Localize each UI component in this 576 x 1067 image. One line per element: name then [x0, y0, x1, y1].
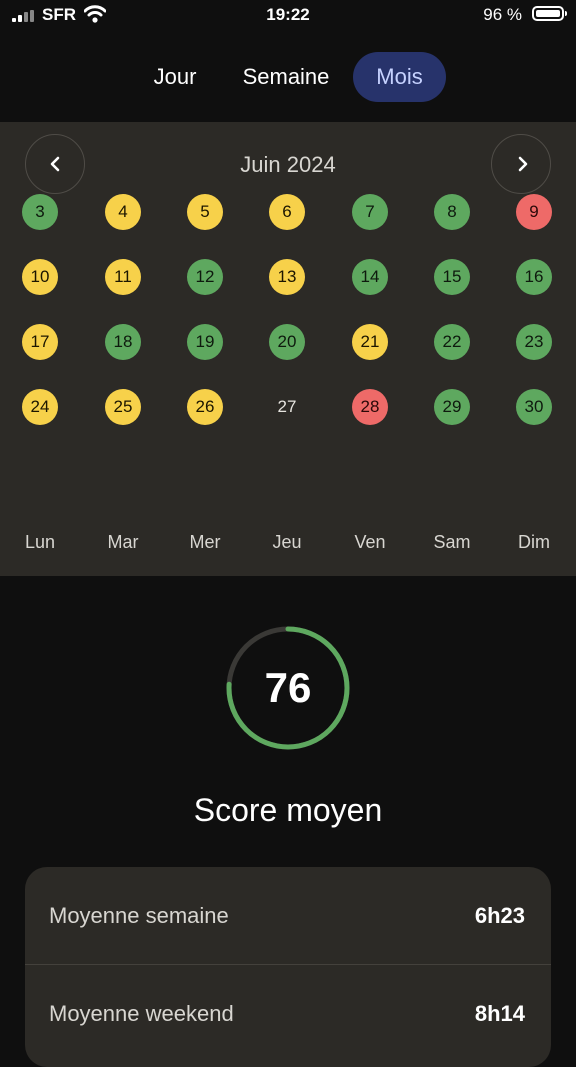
- tab-jour[interactable]: Jour: [138, 52, 212, 102]
- stat-value: 6h23: [474, 903, 525, 928]
- calendar-day[interactable]: 19: [187, 324, 223, 360]
- weekday-label: Mer: [189, 532, 221, 552]
- calendar-day[interactable]: 11: [105, 259, 141, 295]
- calendar-day[interactable]: 7: [352, 194, 388, 230]
- stat-label: Moyenne weekend: [49, 1001, 234, 1026]
- month-calendar: Juin 2024 3 4 5 6 7 8 9 10 11 12 13 14 15 16 17 18 19 20 2…: [0, 122, 576, 576]
- calendar-day[interactable]: 28: [352, 389, 388, 425]
- calendar-day[interactable]: 30: [516, 389, 552, 425]
- battery-percent: 96 %: [483, 5, 522, 24]
- calendar-day[interactable]: 10: [22, 259, 58, 295]
- chevron-right-icon: [518, 156, 528, 172]
- calendar-day[interactable]: 25: [105, 389, 141, 425]
- calendar-day[interactable]: 4: [105, 194, 141, 230]
- calendar-day[interactable]: 21: [352, 324, 388, 360]
- calendar-day[interactable]: 22: [434, 324, 470, 360]
- averages-card: Moyenne semaine 6h23 Moyenne weekend 8h1…: [25, 867, 551, 1067]
- weekday-label: Jeu: [272, 532, 302, 552]
- period-tabs: Jour Semaine Mois: [0, 52, 576, 102]
- score-value: 76: [264, 664, 312, 711]
- weekday-label: Ven: [354, 532, 386, 552]
- stat-row-weekend[interactable]: Moyenne weekend 8h14: [25, 964, 551, 1062]
- calendar-day[interactable]: 8: [434, 194, 470, 230]
- month-title: Juin 2024: [240, 152, 336, 177]
- calendar-day[interactable]: 18: [105, 324, 141, 360]
- score-label: Score moyen: [193, 792, 383, 828]
- weekday-label: Dim: [518, 532, 550, 552]
- calendar-day[interactable]: 20: [269, 324, 305, 360]
- tab-mois[interactable]: Mois: [353, 52, 446, 102]
- tab-semaine[interactable]: Semaine: [226, 52, 346, 102]
- calendar-day[interactable]: 24: [22, 389, 58, 425]
- next-month-button[interactable]: [491, 134, 551, 194]
- weekday-label: Sam: [433, 532, 471, 552]
- status-bar: SFR 19:22 96 %: [0, 0, 576, 34]
- calendar-day[interactable]: 3: [22, 194, 58, 230]
- calendar-day[interactable]: 5: [187, 194, 223, 230]
- stat-label: Moyenne semaine: [49, 903, 229, 928]
- battery-icon: [532, 6, 567, 21]
- calendar-day[interactable]: 17: [22, 324, 58, 360]
- calendar-day[interactable]: 13: [269, 259, 305, 295]
- stat-value: 8h14: [474, 1001, 525, 1026]
- calendar-day[interactable]: 9: [516, 194, 552, 230]
- calendar-day[interactable]: 27: [269, 389, 305, 425]
- calendar-day[interactable]: 29: [434, 389, 470, 425]
- weekday-label: Lun: [24, 532, 56, 552]
- calendar-day[interactable]: 26: [187, 389, 223, 425]
- calendar-day[interactable]: 6: [269, 194, 305, 230]
- weekday-label: Mar: [107, 532, 139, 552]
- calendar-day[interactable]: 14: [352, 259, 388, 295]
- calendar-day[interactable]: 23: [516, 324, 552, 360]
- calendar-day[interactable]: 12: [187, 259, 223, 295]
- calendar-day[interactable]: 15: [434, 259, 470, 295]
- stat-row-week[interactable]: Moyenne semaine 6h23: [25, 867, 551, 964]
- calendar-day[interactable]: 16: [516, 259, 552, 295]
